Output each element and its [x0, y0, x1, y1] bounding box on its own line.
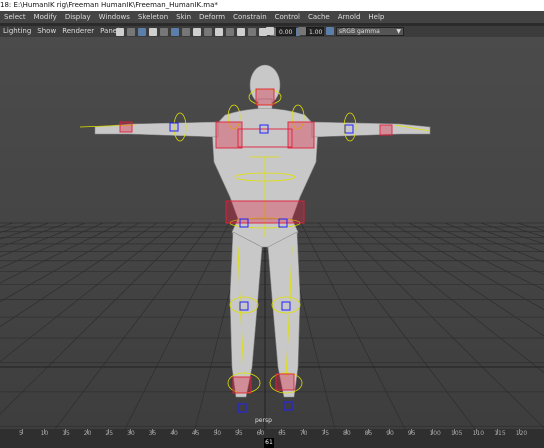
- panel-menu-renderer[interactable]: Renderer: [59, 26, 97, 37]
- grid-line: [0, 222, 104, 269]
- shadows-icon[interactable]: [160, 27, 168, 36]
- camera-label: persp: [255, 417, 272, 424]
- xray-icon[interactable]: [226, 27, 234, 36]
- timeline-tick-label: 5: [19, 430, 23, 437]
- ambient-occlusion-icon[interactable]: [171, 27, 179, 36]
- xray-joints-icon[interactable]: [237, 27, 245, 36]
- menu-windows[interactable]: Windows: [95, 11, 134, 23]
- timeline-tick-label: 90: [386, 430, 394, 437]
- grid-line: [54, 222, 212, 429]
- color-management-icon[interactable]: [326, 27, 334, 35]
- scene-view: [0, 64, 544, 429]
- panel-toolbar: Lighting Show Renderer Panels 0.00 1.00 sRG…: [0, 26, 544, 37]
- grid-line: [480, 222, 544, 245]
- menu-cache[interactable]: Cache: [304, 11, 334, 23]
- color-space-dropdown[interactable]: sRGB gamma ▼: [336, 27, 404, 36]
- exposure-field[interactable]: 0.00: [276, 27, 296, 36]
- panel-menu-lighting[interactable]: Lighting: [0, 26, 34, 37]
- exposure-icon[interactable]: [266, 27, 274, 35]
- grid-line: [0, 222, 194, 415]
- timeline-tick-label: 30: [127, 430, 135, 437]
- backface-icon[interactable]: [248, 27, 256, 36]
- perspective-viewport[interactable]: persp: [0, 37, 544, 429]
- wireframe-icon[interactable]: [116, 27, 124, 36]
- timeline-tick-label: 45: [191, 430, 200, 437]
- grid-line: [354, 222, 544, 374]
- motion-blur-icon[interactable]: [182, 27, 190, 36]
- grid-line: [0, 222, 86, 258]
- main-menubar: Select Modify Display Windows Skeleton Skin De…: [0, 11, 544, 23]
- timeline-tick-label: 95: [407, 430, 416, 437]
- grid-line: [300, 222, 406, 429]
- menu-deform[interactable]: Deform: [195, 11, 229, 23]
- grid-line: [516, 222, 544, 232]
- grid-line: [0, 222, 32, 233]
- timeline-tick-label: 120: [515, 430, 528, 437]
- current-frame-marker[interactable]: 61: [264, 438, 274, 448]
- grid-line: [0, 222, 140, 303]
- lights-icon[interactable]: [149, 27, 157, 36]
- grid-line: [462, 222, 544, 253]
- time-slider[interactable]: 61 5 10 15 20 25 30 35 40 45 50 55 60 65 70 75 80 85 90 95…: [0, 429, 544, 448]
- grid-line: [372, 222, 544, 337]
- timeline-tick-label: 105: [451, 430, 463, 437]
- window-title: 18: E:\HumanIK rig\Freeman HumanIK\Freem…: [0, 0, 544, 11]
- gamma-field[interactable]: 1.00: [306, 27, 324, 36]
- timeline-tick-label: 55: [235, 430, 243, 437]
- timeline-tick-label: 20: [83, 430, 92, 437]
- timeline-tick-label: 65: [278, 430, 286, 437]
- timeline-tick-label: 60: [256, 430, 265, 437]
- timeline-tick-label: 110: [472, 430, 485, 437]
- timeline-tick-label: 40: [170, 430, 178, 437]
- smooth-shade-icon[interactable]: [127, 27, 135, 36]
- menu-display[interactable]: Display: [61, 11, 95, 23]
- timeline-tick-label: 15: [62, 430, 70, 437]
- menu-help[interactable]: Help: [364, 11, 388, 23]
- color-space-value: sRGB gamma: [339, 28, 380, 35]
- anti-alias-icon[interactable]: [193, 27, 201, 36]
- menu-arnold[interactable]: Arnold: [334, 11, 365, 23]
- grid-line: [0, 222, 122, 284]
- menu-constrain[interactable]: Constrain: [229, 11, 271, 23]
- timeline-tick-label: 10: [40, 430, 49, 437]
- menu-control[interactable]: Control: [271, 11, 304, 23]
- timeline-tick-label: 80: [343, 430, 351, 437]
- panel-menu-show[interactable]: Show: [34, 26, 59, 37]
- textured-icon[interactable]: [138, 27, 146, 36]
- gamma-icon[interactable]: [298, 27, 306, 35]
- menu-skeleton[interactable]: Skeleton: [134, 11, 172, 23]
- grid-line: [336, 222, 544, 429]
- depth-of-field-icon[interactable]: [204, 27, 212, 36]
- timeline-tick-label: 75: [321, 430, 330, 437]
- timeline-tick-label: 50: [213, 430, 222, 437]
- grid-line: [124, 222, 230, 429]
- grid-line: [390, 222, 544, 310]
- menu-skin[interactable]: Skin: [172, 11, 195, 23]
- chevron-down-icon: ▼: [396, 28, 401, 35]
- menu-modify[interactable]: Modify: [30, 11, 61, 23]
- isolate-select-icon[interactable]: [215, 27, 223, 36]
- menu-select[interactable]: Select: [0, 11, 30, 23]
- timeline-tick-label: 25: [105, 430, 114, 437]
- timeline-tick-label: 70: [299, 430, 308, 437]
- timeline-tick-label: 115: [494, 430, 506, 437]
- timeline-tick-label: 35: [148, 430, 157, 437]
- grid-line: [0, 222, 176, 363]
- grid-line: [498, 222, 544, 238]
- timeline-tick-label: 85: [364, 430, 373, 437]
- grid-line: [318, 222, 476, 429]
- timeline-tick-label: 100: [429, 430, 441, 437]
